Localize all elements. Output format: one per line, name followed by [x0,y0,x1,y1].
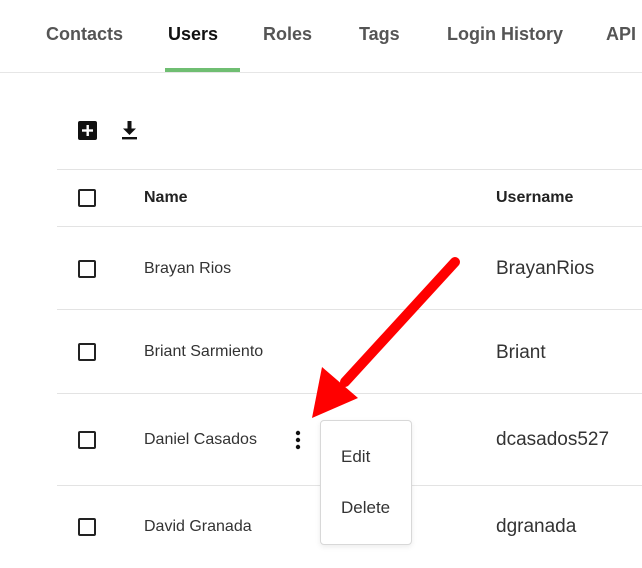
tab-api[interactable]: API [606,24,636,45]
tab-roles[interactable]: Roles [263,24,312,45]
table-divider [57,226,642,227]
tab-bar: Contacts Users Roles Tags Login History … [0,0,642,73]
tab-tags[interactable]: Tags [359,24,400,45]
username-cell: dgranada [496,516,577,537]
user-name-cell: Brayan Rios [144,260,232,277]
row-actions-menu: Edit Delete [320,420,412,545]
menu-item-edit[interactable]: Edit [341,447,370,467]
username-cell: Briant [496,342,546,363]
table-divider [57,393,642,394]
user-name-cell: Briant Sarmiento [144,343,264,360]
active-tab-indicator [165,68,240,72]
row-actions-kebab-icon[interactable] [291,429,305,451]
select-all-checkbox[interactable] [78,189,96,207]
tab-contacts[interactable]: Contacts [46,24,123,45]
menu-item-delete[interactable]: Delete [341,498,390,518]
username-cell: BrayanRios [496,258,595,279]
row-checkbox[interactable] [78,431,96,449]
tab-login-history[interactable]: Login History [447,24,563,45]
username-cell: dcasados527 [496,429,610,450]
column-header-username[interactable]: Username [496,189,573,207]
row-checkbox[interactable] [78,260,96,278]
user-name-cell: Daniel Casados [144,431,257,448]
row-checkbox[interactable] [78,518,96,536]
user-name-cell: David Granada [144,518,252,535]
add-box-icon[interactable] [77,120,99,142]
table-divider [57,309,642,310]
download-icon[interactable] [119,120,141,142]
tab-users[interactable]: Users [168,24,218,45]
column-header-name[interactable]: Name [144,189,188,207]
table-divider [57,169,642,170]
row-checkbox[interactable] [78,343,96,361]
